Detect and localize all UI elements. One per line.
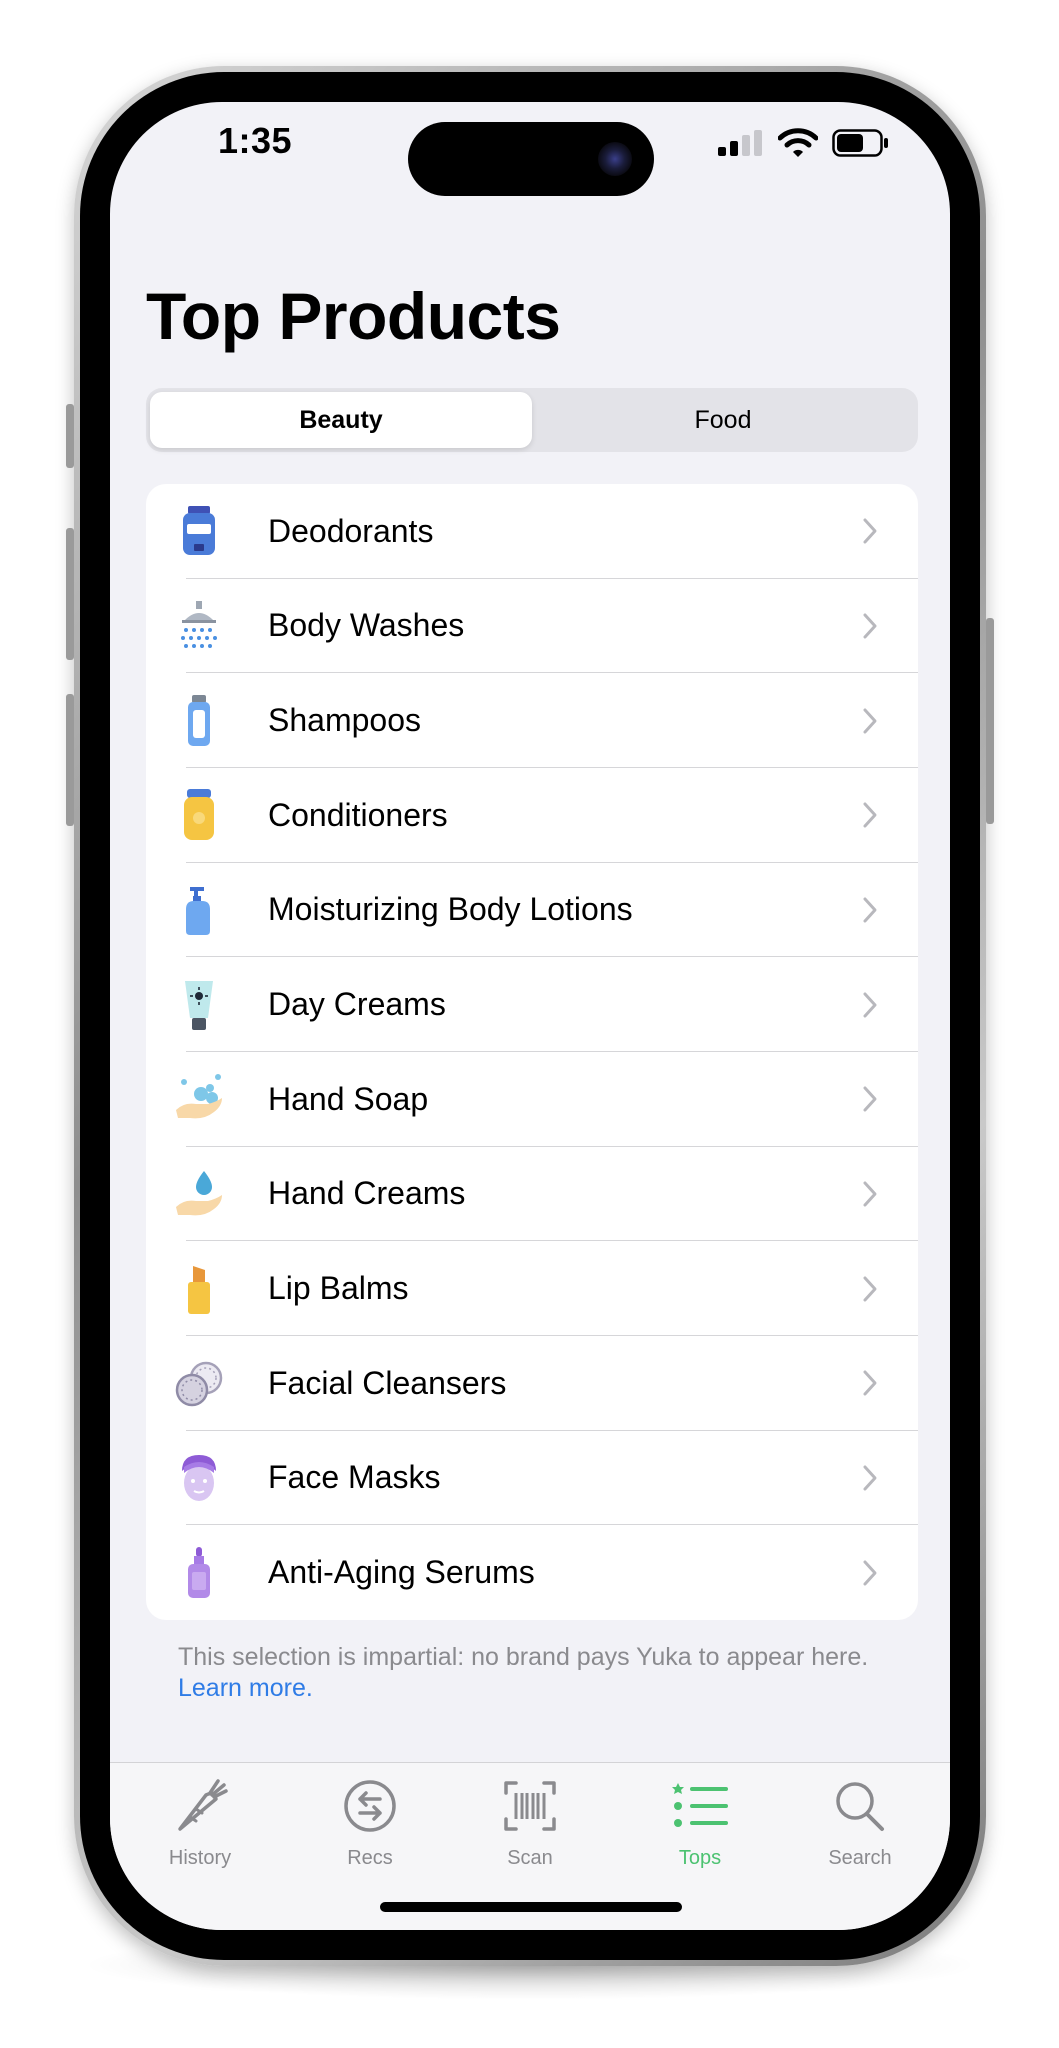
dynamic-island	[408, 122, 654, 196]
list-item-label: Moisturizing Body Lotions	[268, 891, 633, 928]
chevron-right-icon	[863, 1181, 877, 1207]
chevron-right-icon	[863, 1560, 877, 1586]
note-text: This selection is impartial: no brand pa…	[178, 1643, 869, 1671]
chevron-right-icon	[863, 1276, 877, 1302]
tab-label: Tops	[678, 1847, 722, 1869]
tab-label: History	[168, 1847, 232, 1869]
search-icon	[836, 1782, 884, 1831]
impartial-selection-note: This selection is impartial: no brand pa…	[178, 1642, 898, 1704]
list-item-moisturizing-body-lotions[interactable]: Moisturizing Body Lotions	[146, 863, 918, 958]
battery-icon	[832, 129, 888, 157]
tab-history[interactable]: History	[115, 1763, 285, 1883]
shampoo-bottle-icon	[174, 694, 224, 748]
chevron-right-icon	[863, 802, 877, 828]
hand-cream-icon	[174, 1167, 224, 1221]
list-item-label: Hand Creams	[268, 1175, 466, 1212]
page-title: Top Products	[146, 279, 561, 353]
chevron-right-icon	[863, 613, 877, 639]
mute-switch	[66, 404, 74, 468]
category-list: Deodorants Body Washes Shampoos Conditio…	[146, 484, 918, 1620]
app-screen: 1:35 Top Products Beauty Food Deodorants…	[110, 102, 950, 1930]
serum-dropper-icon	[174, 1546, 224, 1600]
volume-up-button	[66, 528, 74, 660]
list-item-hand-creams[interactable]: Hand Creams	[146, 1147, 918, 1242]
tab-label: Recs	[347, 1847, 393, 1869]
wifi-icon	[778, 128, 818, 157]
list-item-label: Facial Cleansers	[268, 1364, 507, 1401]
day-cream-tube-icon	[174, 978, 224, 1032]
list-item-label: Hand Soap	[268, 1080, 429, 1117]
swap-arrows-icon	[344, 1780, 396, 1832]
chevron-right-icon	[863, 1086, 877, 1112]
segment-food[interactable]: Food	[532, 392, 914, 448]
list-item-anti-aging-serums[interactable]: Anti-Aging Serums	[146, 1525, 918, 1620]
ranked-list-icon	[672, 1783, 728, 1827]
list-item-body-washes[interactable]: Body Washes	[146, 579, 918, 674]
segment-beauty[interactable]: Beauty	[150, 392, 532, 448]
learn-more-link[interactable]: Learn more.	[178, 1674, 313, 1702]
list-item-conditioners[interactable]: Conditioners	[146, 768, 918, 863]
list-item-label: Conditioners	[268, 796, 448, 833]
chevron-right-icon	[863, 1370, 877, 1396]
chevron-right-icon	[863, 1465, 877, 1491]
list-item-hand-soap[interactable]: Hand Soap	[146, 1052, 918, 1147]
list-item-label: Lip Balms	[268, 1270, 409, 1307]
list-item-label: Anti-Aging Serums	[268, 1554, 535, 1591]
list-item-day-creams[interactable]: Day Creams	[146, 957, 918, 1052]
list-item-face-masks[interactable]: Face Masks	[146, 1431, 918, 1526]
list-item-label: Deodorants	[268, 512, 434, 549]
chevron-right-icon	[863, 992, 877, 1018]
status-time: 1:35	[218, 120, 293, 161]
list-item-label: Day Creams	[268, 986, 446, 1023]
lotion-pump-icon	[174, 883, 224, 937]
tab-label: Search	[828, 1847, 892, 1869]
list-item-label: Face Masks	[268, 1459, 441, 1496]
tab-tops[interactable]: Tops	[615, 1763, 785, 1883]
list-item-label: Shampoos	[268, 702, 421, 739]
tab-recs[interactable]: Recs	[285, 1763, 455, 1883]
list-item-lip-balms[interactable]: Lip Balms	[146, 1241, 918, 1336]
deodorant-icon	[174, 504, 224, 558]
power-button	[986, 618, 994, 824]
tab-scan[interactable]: Scan	[445, 1763, 615, 1883]
home-indicator[interactable]	[380, 1902, 682, 1912]
carrot-icon	[178, 1779, 228, 1831]
cotton-pads-icon	[174, 1356, 224, 1410]
chevron-right-icon	[863, 708, 877, 734]
chevron-right-icon	[863, 897, 877, 923]
tab-label: Scan	[507, 1847, 553, 1869]
lip-balm-icon	[174, 1262, 224, 1316]
chevron-right-icon	[863, 518, 877, 544]
list-item-shampoos[interactable]: Shampoos	[146, 673, 918, 768]
tab-search[interactable]: Search	[775, 1763, 945, 1883]
front-camera	[598, 142, 632, 176]
conditioner-bottle-icon	[174, 788, 224, 842]
cellular-signal-icon	[718, 130, 762, 156]
volume-down-button	[66, 694, 74, 826]
list-item-deodorants[interactable]: Deodorants	[146, 484, 918, 579]
hand-soap-icon	[174, 1072, 224, 1126]
shower-icon	[174, 599, 224, 653]
list-item-label: Body Washes	[268, 607, 465, 644]
list-item-facial-cleansers[interactable]: Facial Cleansers	[146, 1336, 918, 1431]
face-mask-icon	[174, 1451, 224, 1505]
barcode-scan-icon	[504, 1781, 556, 1831]
status-icons	[718, 128, 890, 158]
category-segmented-control: Beauty Food	[146, 388, 918, 452]
